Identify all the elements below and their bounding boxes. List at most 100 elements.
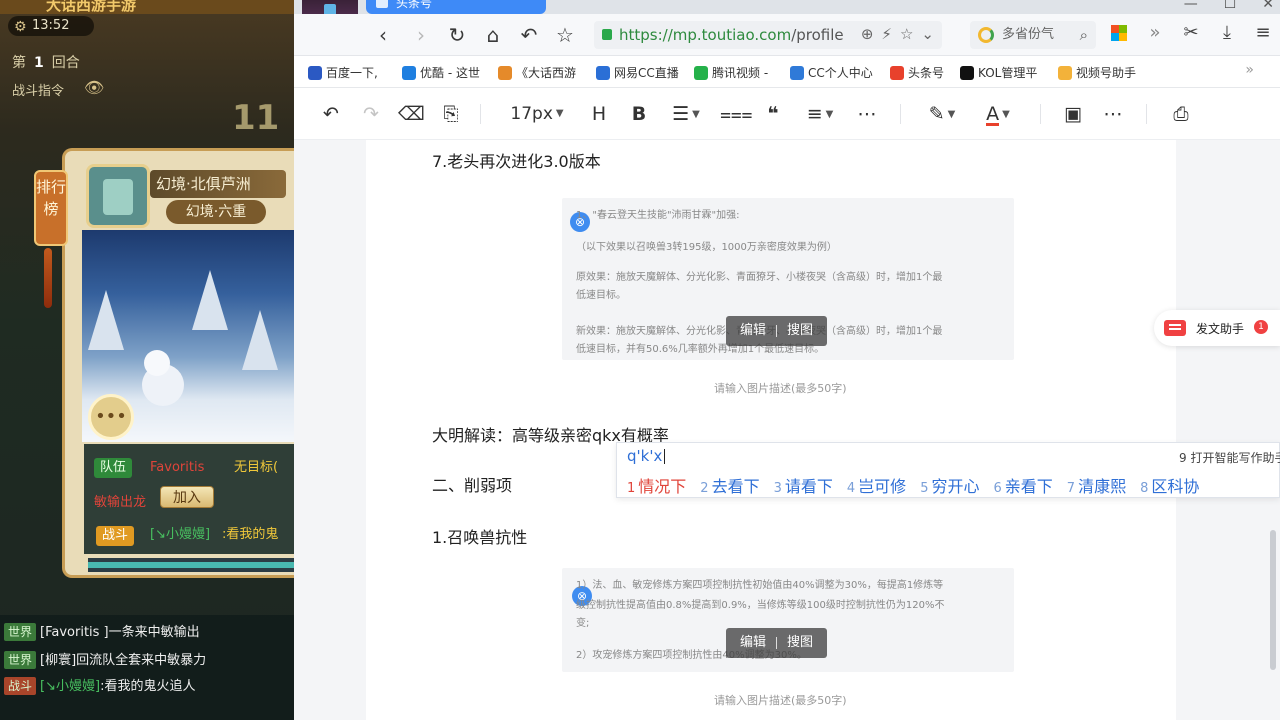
- list-icon[interactable]: ☰ ▼: [668, 102, 704, 126]
- bookmarks-more-icon[interactable]: »: [1245, 62, 1254, 78]
- image-icon[interactable]: ▣: [1060, 102, 1086, 126]
- format-painter-icon[interactable]: ⎘: [438, 102, 464, 126]
- bookmark-dahua[interactable]: 《大话西游: [498, 64, 576, 82]
- ime-candidate[interactable]: 3 请看下: [774, 473, 833, 497]
- image-actions: 编辑 搜图: [726, 628, 828, 658]
- log-name: [柳寰]: [40, 653, 77, 668]
- team-chip: 队伍: [94, 458, 133, 478]
- redo-icon[interactable]: ↷: [358, 102, 384, 126]
- channels-icon: [1058, 66, 1072, 80]
- bold-button[interactable]: B: [628, 102, 650, 126]
- bookmark-label: 视频号助手: [1076, 66, 1137, 80]
- eye-icon[interactable]: 👁: [84, 78, 104, 97]
- minimize-icon[interactable]: —: [1184, 0, 1198, 12]
- bookmark-channels[interactable]: 视频号助手: [1058, 64, 1136, 82]
- search-image-button[interactable]: 搜图: [787, 323, 813, 338]
- bookmark-cc-live[interactable]: 网易CC直播: [596, 64, 679, 82]
- more-insert-icon[interactable]: ⋯: [1100, 102, 1126, 126]
- apps-icon[interactable]: [1106, 22, 1132, 43]
- more-icon[interactable]: ⋯: [854, 102, 880, 126]
- forward-icon[interactable]: ›: [408, 22, 434, 48]
- ime-assistant-hint[interactable]: 9 打开智能写作助手: [1179, 449, 1280, 466]
- undo-icon[interactable]: ↶: [318, 102, 344, 126]
- font-size-select[interactable]: 17px ▼: [506, 102, 568, 126]
- heading-button[interactable]: H: [588, 102, 610, 126]
- highlight-icon[interactable]: ✎ ▼: [924, 102, 960, 126]
- snow-tree: [88, 290, 124, 350]
- chat-bubble-icon[interactable]: •••: [88, 394, 134, 440]
- url-text[interactable]: https://mp.toutiao.com/profile: [619, 26, 844, 44]
- bookmark-label: 腾讯视频 -: [712, 66, 769, 80]
- dahua-icon: [498, 66, 512, 80]
- search-image-button[interactable]: 搜图: [787, 635, 813, 650]
- team-name: Favoritis: [150, 460, 205, 475]
- search-input[interactable]: 多省份气 ⌕: [970, 21, 1096, 49]
- article-body[interactable]: 7.老头再次进化3.0版本 ⊗ 1、"春云登天生技能"沛雨甘霖"加强: （以下效…: [366, 140, 1176, 720]
- rank-banner[interactable]: 排行榜: [34, 170, 68, 246]
- ime-candidate[interactable]: 1 情况下: [627, 473, 686, 497]
- battle-command-label[interactable]: 战斗指令: [12, 80, 64, 99]
- reload-icon[interactable]: ↻: [444, 22, 470, 48]
- star-icon[interactable]: ☆: [552, 22, 578, 48]
- publish-assistant-button[interactable]: 发文助手 1: [1154, 310, 1280, 346]
- back-icon[interactable]: ‹: [370, 22, 396, 48]
- image-actions: 编辑 搜图: [726, 316, 828, 346]
- add-icon[interactable]: ⊕: [861, 25, 874, 43]
- favorite-icon[interactable]: ☆: [900, 25, 913, 43]
- ime-candidate[interactable]: 6 亲看下: [993, 473, 1052, 497]
- search-placeholder: 多省份气: [1002, 27, 1055, 42]
- bookmark-baidu[interactable]: 百度一下,: [308, 64, 378, 82]
- game-clock: ⚙ 13:52: [8, 16, 94, 36]
- quote-icon[interactable]: ❝: [760, 102, 786, 126]
- export-icon[interactable]: ⎙: [1168, 102, 1194, 126]
- font-color-icon[interactable]: A ▼: [980, 102, 1016, 126]
- scroll-icon[interactable]: [86, 164, 150, 228]
- ime-candidate[interactable]: 5 穷开心: [920, 473, 979, 497]
- ime-candidate-window: q'k'x 9 打开智能写作助手 1 情况下 2 去看下 3 请看下 4 岂可修 5 穷开心 6 亲看…: [616, 442, 1280, 498]
- page-scrollbar[interactable]: [1270, 530, 1276, 670]
- section-heading: 7.老头再次进化3.0版本: [432, 152, 601, 171]
- download-icon[interactable]: ⤓: [1214, 22, 1240, 43]
- maximize-icon[interactable]: ☐: [1224, 0, 1237, 12]
- bookmark-toutiao[interactable]: 头条号: [890, 64, 944, 82]
- ime-candidate[interactable]: 2 去看下: [700, 473, 759, 497]
- edit-image-button[interactable]: 编辑: [740, 635, 766, 650]
- address-bar[interactable]: https://mp.toutiao.com/profile ⊕ ⚡ ☆ ⌄: [594, 21, 942, 49]
- divider-line-icon[interactable]: ⩶: [720, 102, 753, 126]
- edit-image-button[interactable]: 编辑: [740, 323, 766, 338]
- ime-candidate[interactable]: 4 岂可修: [847, 473, 906, 497]
- ime-candidate[interactable]: 8 区科协: [1140, 473, 1199, 497]
- image-text-line: 变;: [576, 618, 590, 629]
- tab-toutiao[interactable]: 头条号: [366, 0, 546, 14]
- more-chevron-icon[interactable]: »: [1142, 22, 1168, 43]
- search-icon[interactable]: ⌕: [1080, 21, 1088, 49]
- bookmark-tencent-video[interactable]: 腾讯视频 -: [694, 64, 768, 82]
- article-image-2[interactable]: ⊗ 1）法、血、敏宠修炼方案四项控制抗性初始值由40%调整为30%，每提高1修炼…: [562, 568, 1014, 672]
- article-image-1[interactable]: ⊗ 1、"春云登天生技能"沛雨甘霖"加强: （以下效果以召唤兽3转195级，10…: [562, 198, 1014, 360]
- kol-icon: [960, 66, 974, 80]
- image-caption-1[interactable]: 请输入图片描述(最多50字): [714, 380, 847, 396]
- image-caption-2[interactable]: 请输入图片描述(最多50字): [714, 692, 847, 708]
- undo-close-icon[interactable]: ↶: [516, 22, 542, 48]
- bookmark-cc-center[interactable]: CC个人中心: [790, 64, 873, 82]
- scissors-icon[interactable]: ✂: [1178, 22, 1204, 43]
- image-text-line: 1、"春云登天生技能"沛雨甘霖"加强:: [576, 210, 740, 221]
- editor-toolbar: ↶ ↷ ⌫ ⎘ 17px ▼ H B ☰ ▼ ⩶ ❝ ≡ ▼ ⋯ ✎ ▼ A ▼ ▣ ⋯ …: [294, 88, 1280, 140]
- round-indicator: 第 1 回合: [12, 52, 80, 72]
- toolbar-divider: [1040, 104, 1041, 124]
- lightning-icon[interactable]: ⚡: [881, 25, 892, 43]
- eraser-icon[interactable]: ⌫: [398, 102, 425, 126]
- bookmark-kol[interactable]: KOL管理平: [960, 64, 1037, 82]
- browser-window: 头条号 — ☐ ✕ ‹ › ↻ ⌂ ↶ ☆ https://mp.toutiao.c…: [294, 0, 1280, 720]
- menu-icon[interactable]: ≡: [1250, 22, 1276, 43]
- bookmark-youku[interactable]: 优酷 - 这世: [402, 64, 480, 82]
- chevron-down-icon[interactable]: ⌄: [921, 25, 934, 43]
- align-icon[interactable]: ≡ ▼: [802, 102, 838, 126]
- join-button[interactable]: 加入: [160, 486, 214, 508]
- font-size-value: 17px: [510, 104, 553, 124]
- close-icon[interactable]: ✕: [1262, 0, 1274, 12]
- ime-candidate[interactable]: 7 清康熙: [1067, 473, 1126, 497]
- game-title-bar: [0, 0, 294, 14]
- home-icon[interactable]: ⌂: [480, 22, 506, 48]
- gear-icon[interactable]: ⚙: [14, 17, 27, 37]
